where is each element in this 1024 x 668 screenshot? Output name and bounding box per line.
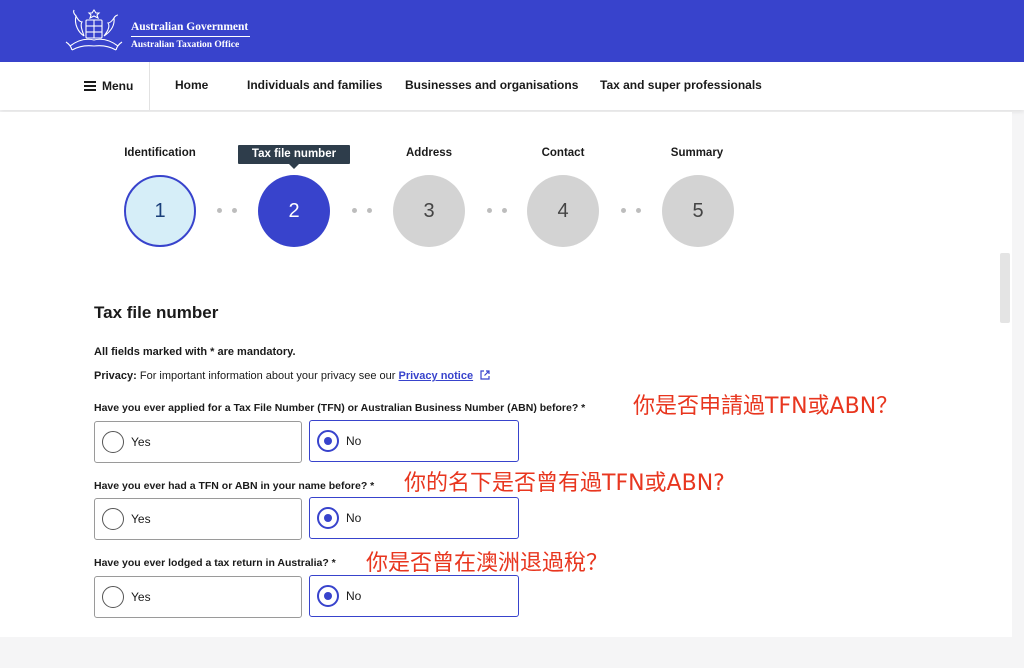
- page-title: Tax file number: [94, 303, 219, 322]
- main-nav: Menu Home Individuals and families Busin…: [0, 62, 1024, 110]
- step-connector: [621, 208, 641, 214]
- radio-selected-icon: [317, 507, 339, 529]
- nav-link-professionals[interactable]: Tax and super professionals: [600, 62, 762, 110]
- step-circle-1[interactable]: 1: [124, 175, 196, 247]
- gov-wordmark[interactable]: Australian Government Australian Taxatio…: [131, 20, 250, 51]
- step-connector: [217, 208, 237, 214]
- step-label-summary: Summary: [670, 147, 724, 159]
- privacy-notice-link[interactable]: Privacy notice: [399, 370, 474, 382]
- option-label: Yes: [131, 590, 151, 604]
- scrollbar-thumb[interactable]: [1000, 253, 1010, 323]
- step-circle-4: 4: [527, 175, 599, 247]
- question-3-label: Have you ever lodged a tax return in Aus…: [94, 557, 336, 569]
- hamburger-icon: [84, 81, 96, 91]
- question-1-label: Have you ever applied for a Tax File Num…: [94, 402, 586, 414]
- privacy-label: Privacy:: [94, 370, 137, 382]
- gov-line2: Australian Taxation Office: [131, 40, 240, 50]
- gov-line1: Australian Government: [131, 21, 249, 33]
- question-2-no-option[interactable]: No: [309, 497, 519, 539]
- menu-label: Menu: [102, 79, 134, 93]
- radio-unselected-icon: [102, 431, 124, 453]
- option-label: Yes: [131, 435, 151, 449]
- option-label: No: [346, 589, 362, 603]
- question-2-annotation: 你的名下是否曾有過TFN或ABN?: [404, 471, 725, 496]
- radio-selected-icon: [317, 430, 339, 452]
- question-2-label: Have you ever had a TFN or ABN in your n…: [94, 480, 375, 492]
- mandatory-note: All fields marked with * are mandatory.: [94, 346, 296, 358]
- question-3-yes-option[interactable]: Yes: [94, 576, 302, 618]
- privacy-text: Privacy: For important information about…: [94, 370, 490, 382]
- question-3-annotation: 你是否曾在澳洲退過稅？: [366, 551, 609, 576]
- external-link-icon: [480, 370, 490, 380]
- step-circle-3: 3: [393, 175, 465, 247]
- option-label: No: [346, 511, 362, 525]
- question-2-yes-option[interactable]: Yes: [94, 498, 302, 540]
- step-connector: [487, 208, 507, 214]
- nav-link-businesses[interactable]: Businesses and organisations: [405, 62, 578, 110]
- radio-unselected-icon: [102, 508, 124, 530]
- step-label-address: Address: [405, 147, 453, 159]
- step-circle-2: 2: [258, 175, 330, 247]
- privacy-body: For important information about your pri…: [136, 370, 399, 382]
- question-1-no-option[interactable]: No: [309, 420, 519, 462]
- step-label-contact: Contact: [541, 147, 585, 159]
- radio-unselected-icon: [102, 586, 124, 608]
- government-header: Australian Government Australian Taxatio…: [0, 0, 1024, 62]
- step-circle-5: 5: [662, 175, 734, 247]
- step-label-identification: Identification: [124, 147, 196, 159]
- option-label: Yes: [131, 512, 151, 526]
- coat-of-arms-icon[interactable]: [62, 6, 126, 56]
- menu-button[interactable]: Menu: [66, 62, 150, 110]
- option-label: No: [346, 434, 362, 448]
- step-label-tax-file-number: Tax file number: [238, 145, 350, 169]
- question-3-no-option[interactable]: No: [309, 575, 519, 617]
- question-1-annotation: 你是否申請過TFN或ABN？: [633, 394, 899, 419]
- radio-selected-icon: [317, 585, 339, 607]
- nav-link-home[interactable]: Home: [175, 62, 208, 110]
- question-1-yes-option[interactable]: Yes: [94, 421, 302, 463]
- nav-link-individuals[interactable]: Individuals and families: [247, 62, 382, 110]
- step-connector: [352, 208, 372, 214]
- gov-divider: [131, 36, 250, 37]
